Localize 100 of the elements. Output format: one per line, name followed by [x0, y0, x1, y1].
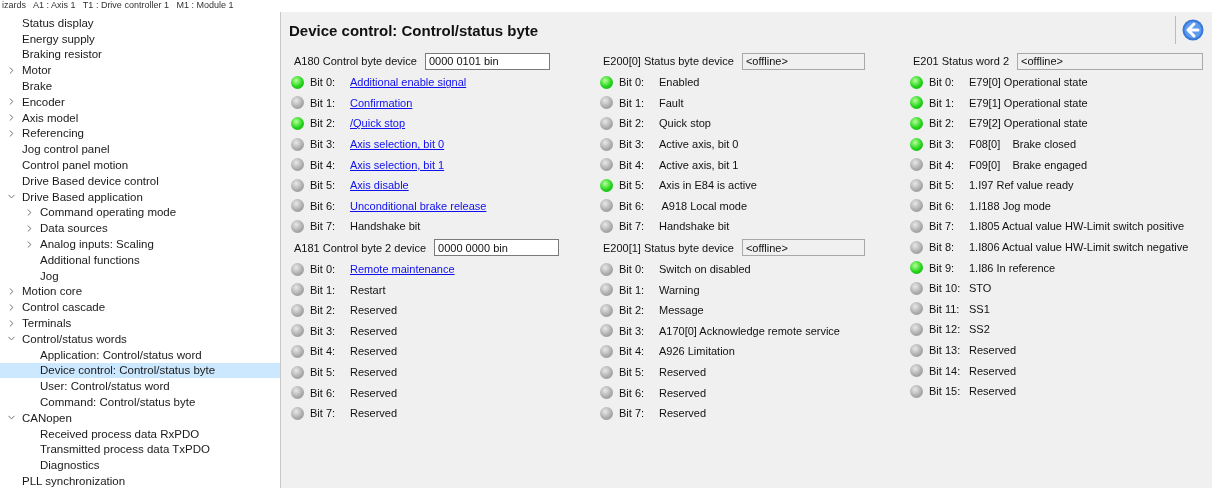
bit-label: Bit 7: — [619, 220, 646, 233]
tree-item[interactable]: Energy supply — [0, 30, 280, 47]
tree-item[interactable]: Additional functions — [0, 251, 280, 268]
bit-label: Bit 5: — [619, 179, 646, 192]
bit-description: Active axis, bit 0 — [659, 138, 739, 151]
tree-item[interactable]: Axis model — [0, 109, 280, 126]
bit-description: Warning — [659, 283, 700, 296]
bit-label: Bit 3: — [929, 138, 956, 151]
tree-item[interactable]: PLL synchronization — [0, 473, 280, 488]
tree-item[interactable]: Diagnostics — [0, 457, 280, 474]
value-field[interactable]: <offline> — [1017, 52, 1203, 70]
bit-description: Fault — [659, 96, 684, 109]
back-icon[interactable] — [1182, 19, 1204, 41]
bit-label: Bit 3: — [619, 138, 646, 151]
tree-item[interactable]: Control/status words — [0, 330, 280, 347]
bit-label: Bit 15: — [929, 385, 962, 398]
tree-item[interactable]: Transmitted process data TxPDO — [0, 441, 280, 458]
tree-item[interactable]: Drive Based application — [0, 188, 280, 205]
bit-description: Axis in E84 is active — [659, 179, 757, 192]
bit-description: E79[0] Operational state — [969, 76, 1088, 89]
tree-item[interactable]: Encoder — [0, 94, 280, 110]
bit-label: Bit 6: — [619, 386, 646, 399]
bit-description: Switch on disabled — [659, 263, 751, 276]
tree-item[interactable]: Status display — [0, 15, 280, 31]
bit-description: 1.I86 In reference — [969, 261, 1056, 274]
bit-description: Message — [659, 304, 704, 317]
bit-label: Bit 4: — [310, 345, 337, 358]
bit-link[interactable]: Unconditional brake release — [350, 199, 487, 212]
field-label: E200[0] Status byte device — [603, 55, 734, 67]
bit-label: Bit 2: — [619, 117, 646, 130]
tree-item[interactable]: Jog — [0, 267, 280, 284]
bit-description: Reserved — [659, 386, 707, 399]
bit-link[interactable]: Remote maintenance — [350, 263, 455, 276]
bit-description: Reserved — [350, 407, 398, 420]
breadcrumb: izards A1 : Axis 1 T1 : Drive controller 1 M1 : Module 1 — [1, 0, 235, 12]
tree-item[interactable]: Command operating mode — [0, 204, 280, 221]
value-field[interactable]: <offline> — [741, 52, 865, 70]
tree-item[interactable]: Application: Control/status word — [0, 346, 280, 363]
bit-link[interactable]: /Quick stop — [350, 117, 406, 130]
tree-item[interactable]: Referencing — [0, 125, 280, 142]
bit-label: Bit 1: — [310, 283, 337, 296]
field-label: A181 Control byte 2 device — [294, 241, 427, 254]
bit-description: Quick stop — [659, 117, 711, 130]
tree-item[interactable]: Control panel motion — [0, 157, 280, 173]
page-title: Device control: Control/status byte — [289, 21, 539, 39]
bit-link[interactable]: Axis selection, bit 1 — [350, 158, 445, 171]
bit-label: Bit 11: — [929, 302, 961, 315]
tree-item[interactable]: Command: Control/status byte — [0, 394, 280, 410]
bit-label: Bit 1: — [929, 96, 956, 109]
bit-label: Bit 2: — [929, 117, 956, 130]
tree-item[interactable]: Control cascade — [0, 299, 280, 316]
bit-description: Reserved — [969, 364, 1017, 377]
bit-link[interactable]: Axis disable — [350, 179, 409, 192]
bit-label: Bit 9: — [929, 261, 956, 274]
tree-item[interactable]: Device control: Control/status byte — [0, 362, 280, 379]
tree-item[interactable]: CANopen — [0, 409, 280, 426]
bit-label: Bit 13: — [929, 344, 962, 356]
bit-label: Bit 7: — [310, 220, 337, 233]
tree-item[interactable]: Braking resistor — [0, 46, 280, 63]
bit-label: Bit 2: — [310, 304, 337, 317]
bit-label: Bit 4: — [619, 158, 646, 171]
tree-item[interactable]: Motion core — [0, 283, 280, 300]
bit-description: Reserved — [969, 344, 1017, 356]
tree-item[interactable]: Motor — [0, 62, 280, 79]
bit-label: Bit 6: — [929, 199, 956, 212]
bit-label: Bit 7: — [619, 407, 646, 420]
bit-label: Bit 5: — [619, 366, 646, 378]
bit-label: Bit 3: — [310, 138, 337, 151]
tree-item[interactable]: Analog inputs: Scaling — [0, 236, 280, 252]
tree-item[interactable]: Jog control panel — [0, 141, 280, 158]
bit-description: Reserved — [659, 366, 707, 378]
bit-label: Bit 5: — [929, 179, 956, 192]
bit-label: Bit 0: — [929, 76, 956, 89]
tree-item[interactable]: Drive Based device control — [0, 172, 280, 189]
bit-label: Bit 0: — [619, 263, 646, 276]
bit-description: A926 Limitation — [659, 345, 735, 358]
tree-item[interactable]: Data sources — [0, 220, 280, 237]
bit-description: 1.I188 Jog mode — [969, 199, 1051, 212]
bit-link[interactable]: Axis selection, bit 0 — [350, 138, 445, 151]
bit-description: 1.I97 Ref value ready — [969, 179, 1074, 192]
bit-link[interactable]: Confirmation — [350, 96, 413, 109]
bit-description: 1.I805 Actual value HW-Limit switch positive — [969, 220, 1184, 233]
bit-label: Bit 6: — [619, 199, 646, 212]
value-field[interactable]: 0000 0101 bin — [424, 52, 550, 70]
bit-description: Reserved — [969, 385, 1017, 398]
value-field[interactable]: <offline> — [741, 239, 865, 257]
bit-label: Bit 10: — [929, 282, 962, 295]
field-label: E201 Status word 2 — [913, 55, 1009, 67]
tree-item[interactable]: Terminals — [0, 315, 280, 331]
bit-link[interactable]: Additional enable signal — [350, 76, 467, 89]
tree-item[interactable]: User: Control/status word — [0, 378, 280, 395]
bit-description: A170[0] Acknowledge remote service — [659, 324, 840, 337]
tree-item[interactable]: Received process data RxPDO — [0, 425, 280, 442]
bit-label: Bit 5: — [310, 366, 337, 378]
bit-label: Bit 3: — [310, 324, 337, 337]
tree-item[interactable]: Brake — [0, 78, 280, 94]
bit-label: Bit 0: — [310, 263, 337, 276]
bit-description: Reserved — [659, 407, 707, 420]
value-field[interactable]: 0000 0000 bin — [434, 239, 560, 257]
field-label: A180 Control byte device — [294, 55, 417, 67]
